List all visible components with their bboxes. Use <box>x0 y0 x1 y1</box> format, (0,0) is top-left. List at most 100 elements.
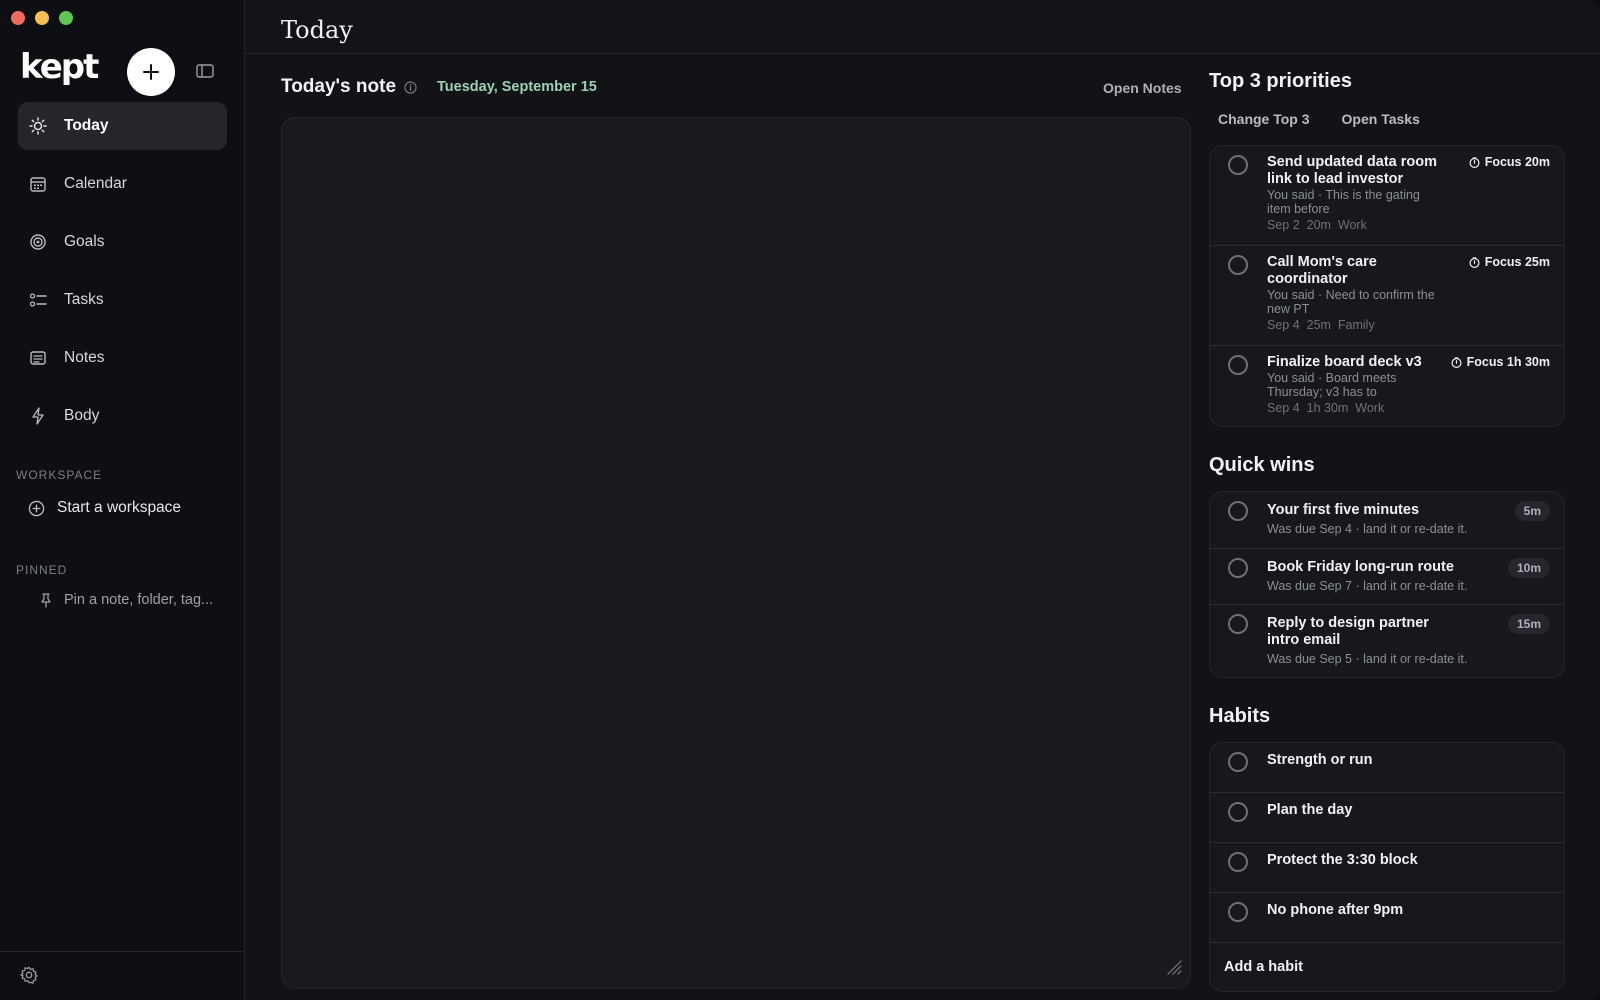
priority-item[interactable]: Call Mom's care coordinator You said · N… <box>1210 246 1564 346</box>
habit-label: Plan the day <box>1267 802 1353 818</box>
start-workspace-button[interactable]: Start a workspace <box>28 499 181 517</box>
open-notes-link[interactable]: Open Notes <box>1103 80 1182 96</box>
task-checkbox[interactable] <box>1228 614 1248 634</box>
task-meta: Sep 4 1h 30m Work <box>1267 401 1457 415</box>
top-bar: Today <box>245 0 1600 54</box>
task-note: new PT <box>1267 302 1310 316</box>
task-checkbox[interactable] <box>1228 355 1248 375</box>
focus-label: Focus 20m <box>1484 155 1550 169</box>
habit-item[interactable]: No phone after 9pm <box>1210 893 1564 943</box>
habit-label: Protect the 3:30 block <box>1267 852 1418 868</box>
app-window: kept Today Calendar Goals Tasks Notes Bo… <box>0 0 1600 1000</box>
task-tag: Family <box>1337 318 1375 332</box>
quick-win-item[interactable]: Book Friday long-run route Was due Sep 7… <box>1210 549 1564 605</box>
habit-checkbox[interactable] <box>1228 902 1248 922</box>
settings-button[interactable] <box>20 966 38 989</box>
resize-handle-icon[interactable] <box>1166 959 1182 980</box>
task-note: You said · Board meets <box>1267 371 1397 385</box>
task-title: link to lead investor <box>1267 171 1404 187</box>
task-date: Sep 4 <box>1267 401 1300 415</box>
pin-placeholder-label: Pin a note, folder, tag... <box>64 592 214 608</box>
sidebar-item-notes[interactable]: Notes <box>18 334 227 382</box>
task-title: Send updated data room <box>1267 154 1437 170</box>
habit-checkbox[interactable] <box>1228 802 1248 822</box>
quick-wins-card: Your first five minutes Was due Sep 4 · … <box>1209 491 1565 678</box>
timer-icon <box>1469 156 1480 168</box>
right-panel: Top 3 priorities Change Top 3 Open Tasks… <box>1209 70 1565 992</box>
task-title: Finalize board deck v3 <box>1267 354 1422 370</box>
task-due-note: Was due Sep 7 · land it or re-date it. <box>1267 579 1468 593</box>
priorities-title: Top 3 priorities <box>1209 70 1352 92</box>
task-note: You said · This is the gating <box>1267 188 1420 202</box>
habit-item[interactable]: Protect the 3:30 block <box>1210 843 1564 893</box>
pinned-section-label: PINNED <box>16 563 68 577</box>
plus-icon <box>143 64 159 80</box>
notes-icon <box>28 348 48 368</box>
plus-circle-icon <box>28 500 45 517</box>
focus-button[interactable]: Focus 1h 30m <box>1451 355 1550 369</box>
task-checkbox[interactable] <box>1228 155 1248 175</box>
tab-change-top-3[interactable]: Change Top 3 <box>1218 111 1310 127</box>
gear-icon <box>20 966 38 984</box>
priority-item[interactable]: Send updated data room link to lead inve… <box>1210 146 1564 246</box>
habit-label: No phone after 9pm <box>1267 902 1404 918</box>
habit-label: Strength or run <box>1267 752 1373 768</box>
bolt-icon <box>28 406 48 426</box>
habit-item[interactable]: Plan the day <box>1210 793 1564 843</box>
sidebar-item-label: Body <box>64 407 100 424</box>
quick-wins-title: Quick wins <box>1209 454 1315 476</box>
priority-item[interactable]: Finalize board deck v3 You said · Board … <box>1210 346 1564 426</box>
priorities-card: Send updated data room link to lead inve… <box>1209 145 1565 427</box>
sidebar-toggle-button[interactable] <box>195 62 215 80</box>
quick-win-item[interactable]: Reply to design partner intro email Was … <box>1210 605 1564 677</box>
duration-badge: 10m <box>1507 558 1550 578</box>
sidebar-item-today[interactable]: Today <box>18 102 227 150</box>
pin-placeholder-item[interactable]: Pin a note, folder, tag... <box>38 592 213 608</box>
task-checkbox[interactable] <box>1228 255 1248 275</box>
sidebar-item-label: Notes <box>64 349 105 366</box>
sidebar-item-body[interactable]: Body <box>18 392 227 440</box>
add-habit-button[interactable]: Add a habit <box>1210 943 1564 991</box>
checklist-icon <box>28 290 48 310</box>
note-header: Today's note Tuesday, September 15 <box>281 76 597 98</box>
focus-button[interactable]: Focus 20m <box>1469 155 1550 169</box>
sidebar-item-calendar[interactable]: Calendar <box>18 160 227 208</box>
task-title: Call Mom's care <box>1267 254 1377 270</box>
note-date: Tuesday, September 15 <box>437 79 597 95</box>
task-note: item before <box>1267 202 1330 216</box>
priorities-tabs: Change Top 3 Open Tasks <box>1218 111 1565 127</box>
task-checkbox[interactable] <box>1228 558 1248 578</box>
sidebar-item-goals[interactable]: Goals <box>18 218 227 266</box>
sidebar-divider <box>0 951 244 952</box>
habit-checkbox[interactable] <box>1228 752 1248 772</box>
task-meta: Sep 2 20m Work <box>1267 218 1457 232</box>
habit-item[interactable]: Strength or run <box>1210 743 1564 793</box>
info-icon[interactable] <box>404 80 417 94</box>
close-window-button[interactable] <box>11 11 25 25</box>
duration-badge: 15m <box>1507 614 1550 634</box>
sidebar-item-tasks[interactable]: Tasks <box>18 276 227 324</box>
minimize-window-button[interactable] <box>35 11 49 25</box>
task-date: Sep 4 <box>1267 318 1300 332</box>
app-logo: kept <box>20 47 99 87</box>
task-duration: 20m <box>1306 218 1331 232</box>
sidebar-item-label: Calendar <box>64 175 127 192</box>
task-title: intro email <box>1267 632 1341 648</box>
note-editor[interactable] <box>281 117 1191 989</box>
task-due-note: Was due Sep 4 · land it or re-date it. <box>1267 522 1468 536</box>
task-note: Thursday; v3 has to <box>1267 385 1377 399</box>
duration-badge: 5m <box>1514 501 1550 521</box>
task-date: Sep 2 <box>1267 218 1300 232</box>
workspace-section-label: WORKSPACE <box>16 468 103 482</box>
habit-checkbox[interactable] <box>1228 852 1248 872</box>
task-title: coordinator <box>1267 271 1348 287</box>
focus-button[interactable]: Focus 25m <box>1469 255 1550 269</box>
new-item-button[interactable] <box>127 48 175 96</box>
task-tag: Work <box>1355 401 1385 415</box>
sidebar-item-label: Goals <box>64 233 105 250</box>
tab-open-tasks[interactable]: Open Tasks <box>1342 111 1420 127</box>
window-controls <box>11 11 73 25</box>
quick-win-item[interactable]: Your first five minutes Was due Sep 4 · … <box>1210 492 1564 549</box>
task-checkbox[interactable] <box>1228 501 1248 521</box>
zoom-window-button[interactable] <box>59 11 73 25</box>
